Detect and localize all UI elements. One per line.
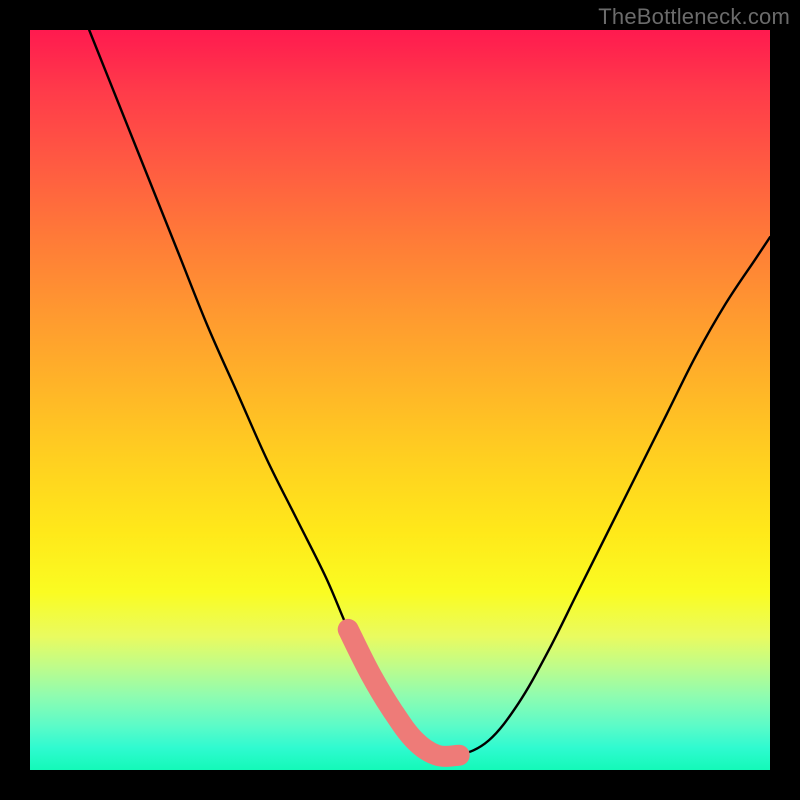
curve-svg [30,30,770,770]
chart-frame: TheBottleneck.com [0,0,800,800]
optimal-zone-marker [348,629,459,756]
bottleneck-curve [89,30,770,757]
plot-area [30,30,770,770]
watermark-label: TheBottleneck.com [598,4,790,30]
